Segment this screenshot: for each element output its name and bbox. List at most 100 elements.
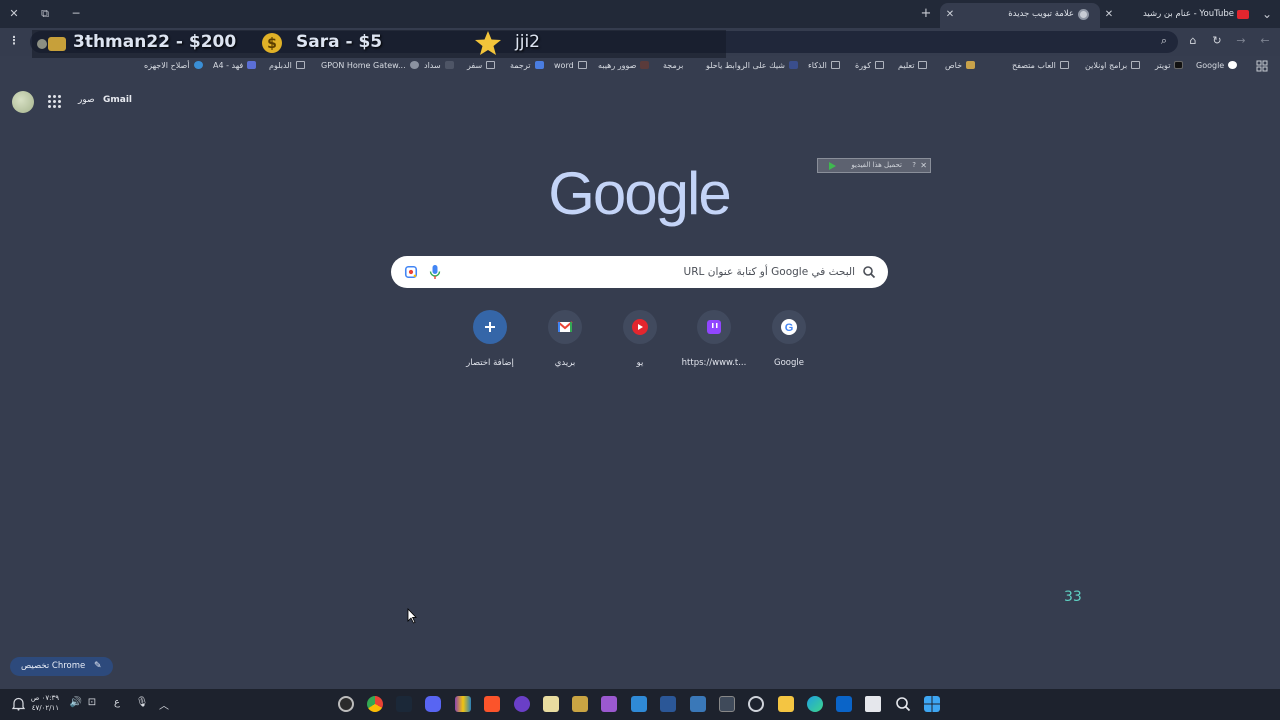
obs-icon[interactable]: [338, 696, 354, 712]
bookmark-education[interactable]: تعليم: [898, 57, 928, 75]
youtube-icon: [623, 310, 657, 344]
pencil-icon: ✎: [93, 661, 102, 671]
bookmark-twitter[interactable]: تويتر: [1155, 57, 1184, 75]
discord-icon[interactable]: [425, 696, 441, 712]
edge-icon[interactable]: [807, 696, 823, 712]
winrar-icon[interactable]: [455, 696, 471, 712]
input-language-indicator[interactable]: ع: [110, 697, 124, 708]
bookmark-travel[interactable]: سفر: [467, 57, 496, 75]
app-icon[interactable]: [514, 696, 530, 712]
forward-icon[interactable]: →: [1233, 33, 1249, 49]
bookmark-browser-games[interactable]: العاب متصفح: [1012, 57, 1069, 75]
search-icon[interactable]: [895, 696, 911, 712]
bookmark-sadad[interactable]: سداد: [424, 57, 454, 75]
favicon-icon: [966, 61, 976, 69]
microphone-icon[interactable]: 🎙: [135, 697, 149, 708]
search-box[interactable]: البحث في Google أو كتابة عنوان URL: [391, 256, 888, 288]
overlay-counter: 33: [1064, 589, 1082, 605]
bookmark-online-apps[interactable]: برامج اونلاين: [1085, 57, 1141, 75]
google-icon: [1228, 61, 1238, 69]
bookmark-label: برامج اونلاين: [1085, 61, 1128, 70]
calculator-icon[interactable]: [690, 696, 706, 712]
new-tab-button[interactable]: +: [915, 4, 937, 24]
bookmark-label: شيك على الروابط ياحلو: [706, 61, 785, 70]
bookmark-label: الذكاء: [808, 61, 827, 70]
reload-icon[interactable]: ↻: [1209, 33, 1225, 49]
bookmark-label: ترجمة: [510, 61, 531, 70]
bookmark-check-links[interactable]: شيك على الروابط ياحلو: [706, 57, 798, 75]
chrome-icon[interactable]: [367, 696, 383, 712]
notepad-icon[interactable]: [543, 696, 559, 712]
microphone-icon[interactable]: [429, 264, 441, 280]
bookmark-label: تويتر: [1155, 61, 1171, 70]
word-icon[interactable]: [660, 696, 676, 712]
avatar[interactable]: [12, 91, 34, 113]
bookmark-label: A4 - فهد: [213, 61, 244, 70]
close-icon[interactable]: ✕: [920, 159, 927, 172]
chevron-up-icon[interactable]: ︿: [157, 697, 171, 712]
store-icon[interactable]: [572, 696, 588, 712]
shortcut-google[interactable]: G Google: [751, 308, 827, 368]
close-window-button[interactable]: ✕: [3, 4, 25, 24]
minimize-window-button[interactable]: ─: [65, 4, 87, 24]
images-link[interactable]: صور: [78, 95, 95, 105]
youtube-icon: [1237, 10, 1249, 19]
tab-search-button[interactable]: ⌄: [1256, 4, 1278, 24]
start-icon[interactable]: [924, 696, 940, 712]
outlook-icon[interactable]: [836, 696, 852, 712]
bookmark-google[interactable]: Google: [1196, 57, 1238, 75]
shortcut-add[interactable]: إضافة اختصار: [452, 308, 528, 368]
excel-icon[interactable]: [719, 696, 735, 712]
restore-window-button[interactable]: ⧉: [34, 4, 56, 24]
bookmark-label: الدبلوم: [269, 61, 292, 70]
help-icon[interactable]: ?: [912, 159, 916, 172]
bookmark-device-repair[interactable]: أصلاح الاجهزه: [144, 57, 203, 75]
back-icon[interactable]: ←: [1257, 33, 1273, 49]
google-lens-icon[interactable]: [404, 265, 418, 279]
customize-chrome-button[interactable]: تخصيص Chrome ✎: [10, 657, 113, 676]
search-icon[interactable]: ⌕: [1156, 33, 1172, 49]
bookmark-gpon[interactable]: GPON Home Gatew...: [321, 57, 419, 75]
explorer-icon[interactable]: [778, 696, 794, 712]
shortcut-youtube[interactable]: يو: [602, 308, 678, 368]
mouse-cursor-icon: [407, 608, 417, 624]
folder-icon: [1131, 61, 1141, 69]
taskview-icon[interactable]: [865, 696, 881, 712]
bookmark-translate[interactable]: ترجمة: [510, 57, 544, 75]
tab-close-icon[interactable]: ✕: [1102, 3, 1116, 26]
bookmark-word[interactable]: word: [554, 57, 587, 75]
bookmark-diploma[interactable]: الدبلوم: [269, 57, 305, 75]
gmail-link[interactable]: Gmail: [103, 95, 132, 105]
customize-label: تخصيص Chrome: [21, 661, 86, 671]
notifications-icon[interactable]: [12, 697, 25, 711]
search-placeholder: البحث في Google أو كتابة عنوان URL: [683, 266, 855, 278]
bookmark-ai[interactable]: الذكاء: [808, 57, 840, 75]
tab-close-icon[interactable]: ✕: [943, 3, 957, 26]
tab-new-tab[interactable]: ✕ علامة تبويب جديدة: [940, 3, 1100, 28]
volume-icon[interactable]: 🔊: [69, 697, 83, 708]
all-bookmarks-icon[interactable]: [1256, 60, 1268, 72]
bookmark-label: خاص: [945, 61, 963, 70]
bookmark-programming[interactable]: برمجة: [663, 57, 683, 75]
bookmark-private[interactable]: خاص: [945, 57, 976, 75]
brave-icon[interactable]: [484, 696, 500, 712]
bookmark-football[interactable]: كورة: [855, 57, 884, 75]
popup-label[interactable]: تحميل هذا الفيديو: [851, 159, 902, 172]
system-clock[interactable]: ٠٧:٣٩ ص ٤٧/٠٢/١١: [27, 693, 59, 713]
tab-youtube[interactable]: ✕ عنام بن رشيد - YouTube: [1102, 3, 1254, 28]
folder-icon: [295, 61, 305, 69]
notes-icon[interactable]: [631, 696, 647, 712]
steam-icon[interactable]: [396, 696, 412, 712]
bookmark-a4[interactable]: A4 - فهد: [213, 57, 257, 75]
network-icon[interactable]: ⊡: [85, 697, 99, 708]
menu-icon[interactable]: ⋮: [6, 33, 22, 49]
bookmark-photos[interactable]: صوور رهيبه: [598, 57, 650, 75]
home-icon[interactable]: ⌂: [1185, 33, 1201, 49]
clock-time: ٠٧:٣٩ ص: [30, 694, 59, 702]
chatgpt-icon[interactable]: [748, 696, 764, 712]
shortcut-twitch[interactable]: https://www.t...: [676, 308, 752, 368]
shortcut-gmail[interactable]: بريدي: [527, 308, 603, 368]
apps-grid-icon[interactable]: [48, 95, 61, 108]
feather-icon[interactable]: [601, 696, 617, 712]
download-video-popup[interactable]: ✕ ? تحميل هذا الفيديو: [817, 158, 931, 173]
